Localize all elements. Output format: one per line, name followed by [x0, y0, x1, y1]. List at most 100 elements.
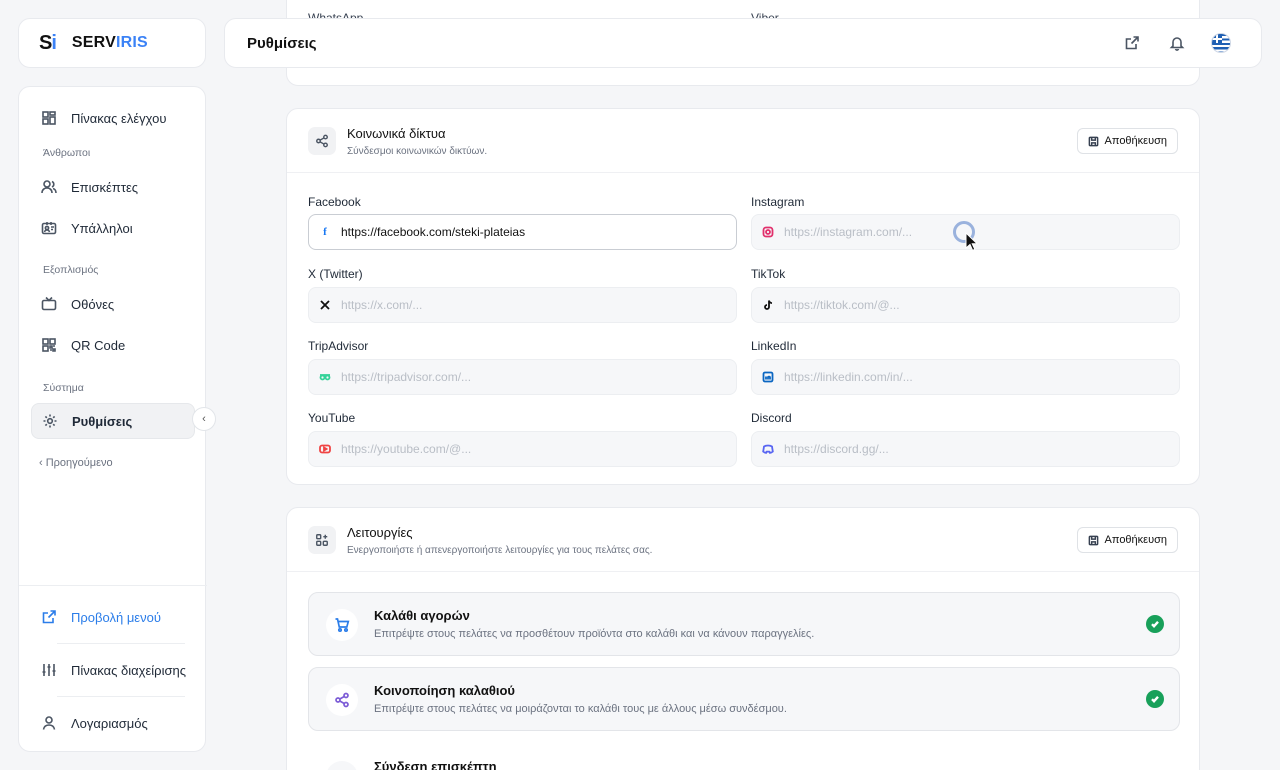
save-button[interactable]: Αποθήκευση	[1076, 128, 1178, 154]
sidebar-item-label: Οθόνες	[71, 296, 115, 312]
share-icon	[326, 684, 358, 716]
sidebar-section-people: Άνθρωποι	[43, 147, 91, 159]
user-icon	[41, 715, 57, 731]
page-title: Ρυθμίσεις	[247, 34, 317, 52]
instagram-label: Instagram	[751, 195, 805, 209]
brand-logo[interactable]: Si SERVIRIS	[18, 18, 206, 68]
section-subtitle: Σύνδεσμοι κοινωνικών δικτύων.	[347, 146, 488, 157]
facebook-input[interactable]	[341, 225, 711, 239]
sidebar-item-label: Ρυθμίσεις	[72, 413, 133, 429]
facebook-icon: f	[323, 226, 327, 238]
x-icon	[319, 299, 331, 311]
check-icon[interactable]	[1146, 615, 1164, 633]
sidebar-item-label: Προβολή μενού	[71, 609, 161, 625]
feature-shopping-cart[interactable]: Καλάθι αγορών Επιτρέψτε στους πελάτες να…	[308, 592, 1180, 656]
section-title: Λειτουργίες	[347, 525, 413, 540]
youtube-label: YouTube	[308, 411, 356, 425]
check-icon[interactable]	[1146, 690, 1164, 708]
tiktok-field[interactable]	[751, 287, 1180, 323]
feature-cart-sharing[interactable]: Κοινοποίηση καλαθιού Επιτρέψτε στους πελ…	[308, 667, 1180, 731]
grid-icon	[41, 110, 57, 126]
feature-description: Επιτρέψτε στους πελάτες να μοιράζονται τ…	[374, 703, 787, 715]
facebook-label: Facebook	[308, 195, 361, 209]
sidebar-item-dashboard[interactable]: Πίνακας ελέγχου	[31, 100, 195, 136]
sidebar-item-view-menu[interactable]: Προβολή μενού	[31, 599, 195, 635]
chevron-left-icon: ‹	[202, 413, 206, 425]
sidebar-collapse-button[interactable]: ‹	[192, 407, 216, 431]
save-icon	[1088, 136, 1098, 146]
sidebar-section-system: Σύστημα	[43, 382, 84, 394]
save-button[interactable]: Αποθήκευση	[1076, 527, 1178, 553]
linkedin-icon	[762, 371, 774, 383]
x-twitter-field[interactable]	[308, 287, 737, 323]
divider	[19, 585, 207, 586]
sidebar-item-label: QR Code	[71, 337, 126, 353]
sidebar-item-account[interactable]: Λογαριασμός	[31, 705, 195, 741]
divider	[57, 643, 185, 644]
gear-icon	[42, 413, 58, 429]
tripadvisor-input[interactable]	[341, 370, 711, 384]
instagram-icon	[762, 226, 774, 238]
save-icon	[1088, 535, 1098, 545]
feature-visitor-login[interactable]: Σύνδεση επισκέπτη	[308, 744, 1180, 770]
sidebar-item-label: Υπάλληλοι	[71, 220, 133, 236]
feature-title: Κοινοποίηση καλαθιού	[374, 683, 516, 698]
tv-icon	[41, 296, 57, 312]
linkedin-input[interactable]	[784, 370, 1154, 384]
sidebar-item-visitors[interactable]: Επισκέπτες	[31, 169, 195, 205]
greek-flag-icon[interactable]	[1211, 33, 1231, 53]
cursor-icon	[965, 232, 979, 251]
divider	[57, 696, 185, 697]
sidebar-item-admin-panel[interactable]: Πίνακας διαχείρισης	[31, 652, 195, 688]
external-link-icon[interactable]	[1124, 35, 1142, 53]
qr-icon	[41, 337, 57, 353]
section-title: Κοινωνικά δίκτυα	[347, 126, 446, 141]
sidebar-item-label: Πίνακας ελέγχου	[71, 110, 167, 126]
linkedin-field[interactable]	[751, 359, 1180, 395]
feature-title: Καλάθι αγορών	[374, 608, 470, 623]
logo-text: SERVIRIS	[71, 34, 148, 51]
users-icon	[41, 179, 57, 195]
sidebar-section-equipment: Εξοπλισμός	[43, 264, 99, 276]
sidebar-item-qr-code[interactable]: QR Code	[31, 327, 195, 363]
tripadvisor-label: TripAdvisor	[308, 339, 369, 353]
sliders-icon	[41, 662, 57, 678]
youtube-icon	[319, 443, 331, 455]
section-subtitle: Ενεργοποιήστε ή απενεργοποιήστε λειτουργ…	[347, 545, 653, 556]
sidebar-item-label: Λογαριασμός	[71, 715, 148, 731]
sidebar: Πίνακας ελέγχου Άνθρωποι Επισκέπτες Υπάλ…	[18, 86, 207, 752]
discord-icon	[762, 443, 774, 455]
facebook-field[interactable]: f	[308, 214, 737, 250]
sidebar-item-screens[interactable]: Οθόνες	[31, 286, 195, 322]
feature-description: Επιτρέψτε στους πελάτες να προσθέτουν πρ…	[374, 628, 815, 640]
section-header: Κοινωνικά δίκτυα Σύνδεσμοι κοινωνικών δι…	[287, 109, 1199, 173]
x-twitter-input[interactable]	[341, 298, 711, 312]
section-header: Λειτουργίες Ενεργοποιήστε ή απενεργοποιή…	[287, 508, 1199, 572]
external-link-icon	[41, 609, 57, 625]
previous-link[interactable]: ‹ Προηγούμενο	[39, 457, 113, 469]
features-card: Λειτουργίες Ενεργοποιήστε ή απενεργοποιή…	[286, 507, 1200, 770]
sidebar-item-label: Πίνακας διαχείρισης	[71, 662, 186, 678]
youtube-input[interactable]	[341, 442, 711, 456]
id-card-icon	[41, 220, 57, 236]
sidebar-item-label: Επισκέπτες	[71, 179, 139, 195]
cart-icon	[326, 609, 358, 641]
tiktok-label: TikTok	[751, 267, 786, 281]
key-icon	[326, 761, 358, 770]
sidebar-item-employees[interactable]: Υπάλληλοι	[31, 210, 195, 246]
discord-field[interactable]	[751, 431, 1180, 467]
top-header: Ρυθμίσεις	[224, 18, 1262, 68]
discord-label: Discord	[751, 411, 792, 425]
tiktok-input[interactable]	[784, 298, 1154, 312]
share-icon	[308, 127, 336, 155]
sidebar-item-settings[interactable]: Ρυθμίσεις	[31, 403, 195, 439]
bell-icon[interactable]	[1169, 35, 1187, 53]
tiktok-icon	[762, 299, 774, 311]
discord-input[interactable]	[784, 442, 1154, 456]
apps-icon	[308, 526, 336, 554]
youtube-field[interactable]	[308, 431, 737, 467]
social-networks-card: Κοινωνικά δίκτυα Σύνδεσμοι κοινωνικών δι…	[286, 108, 1200, 485]
tripadvisor-field[interactable]	[308, 359, 737, 395]
logo-mark: Si	[39, 31, 57, 54]
x-twitter-label: X (Twitter)	[308, 267, 363, 281]
